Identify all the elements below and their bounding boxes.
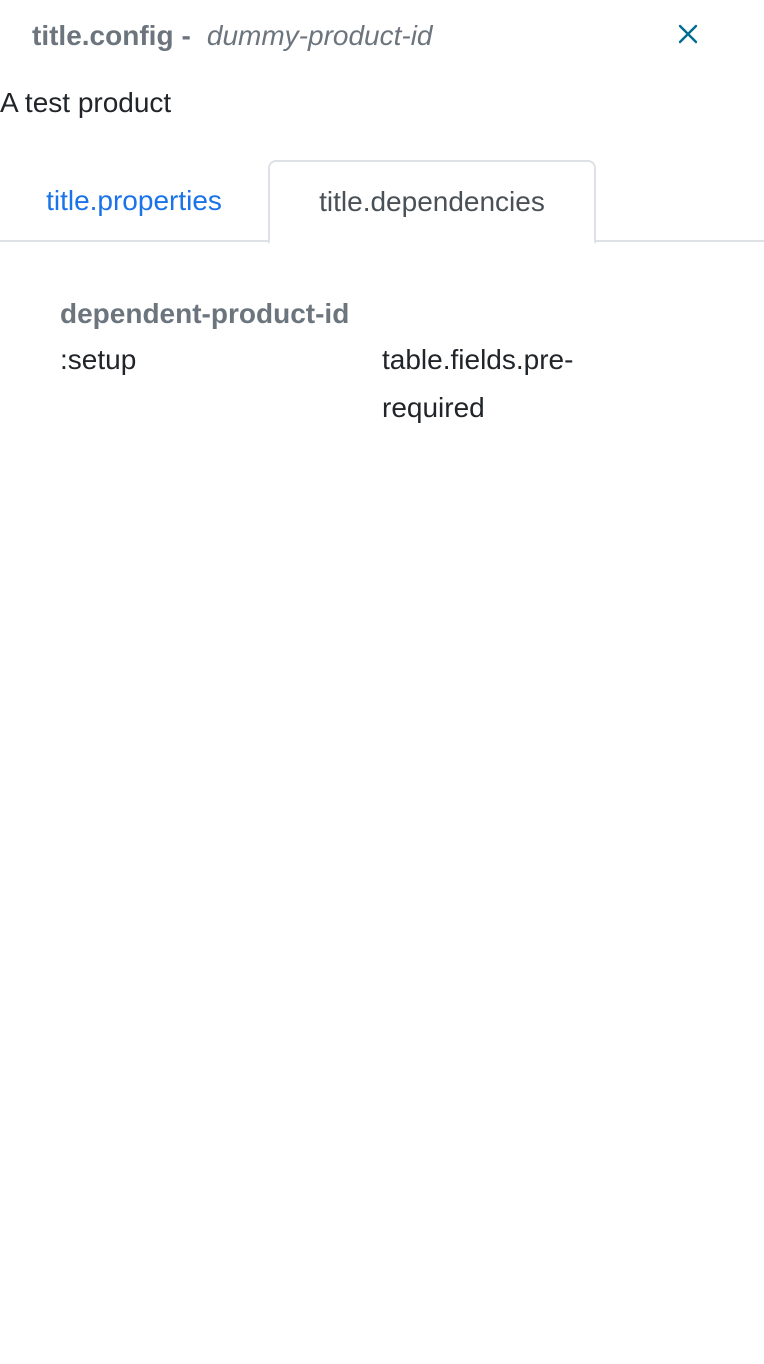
product-id-label: dummy-product-id — [206, 20, 433, 51]
close-icon — [678, 24, 698, 44]
tab-bar: title.properties title.dependencies — [0, 160, 764, 244]
dialog-header: title.config - dummy-product-id — [32, 14, 433, 58]
config-dialog: title.config - dummy-product-id A test p… — [0, 0, 764, 1364]
tab-properties[interactable]: title.properties — [0, 160, 268, 242]
dependencies-table: dependent-product-id :setup table.fields… — [60, 292, 660, 436]
title-separator: - — [181, 20, 191, 51]
dependency-type: table.fields.pre-required — [382, 344, 574, 423]
dependency-name: :setup — [60, 344, 137, 375]
tab-dependencies[interactable]: title.dependencies — [268, 160, 596, 244]
close-button[interactable] — [668, 14, 708, 54]
product-description: A test product — [0, 87, 172, 118]
dialog-title: title.config — [32, 20, 174, 51]
table-row: :setup table.fields.pre-required — [60, 336, 660, 436]
dependencies-header: dependent-product-id — [60, 298, 350, 329]
